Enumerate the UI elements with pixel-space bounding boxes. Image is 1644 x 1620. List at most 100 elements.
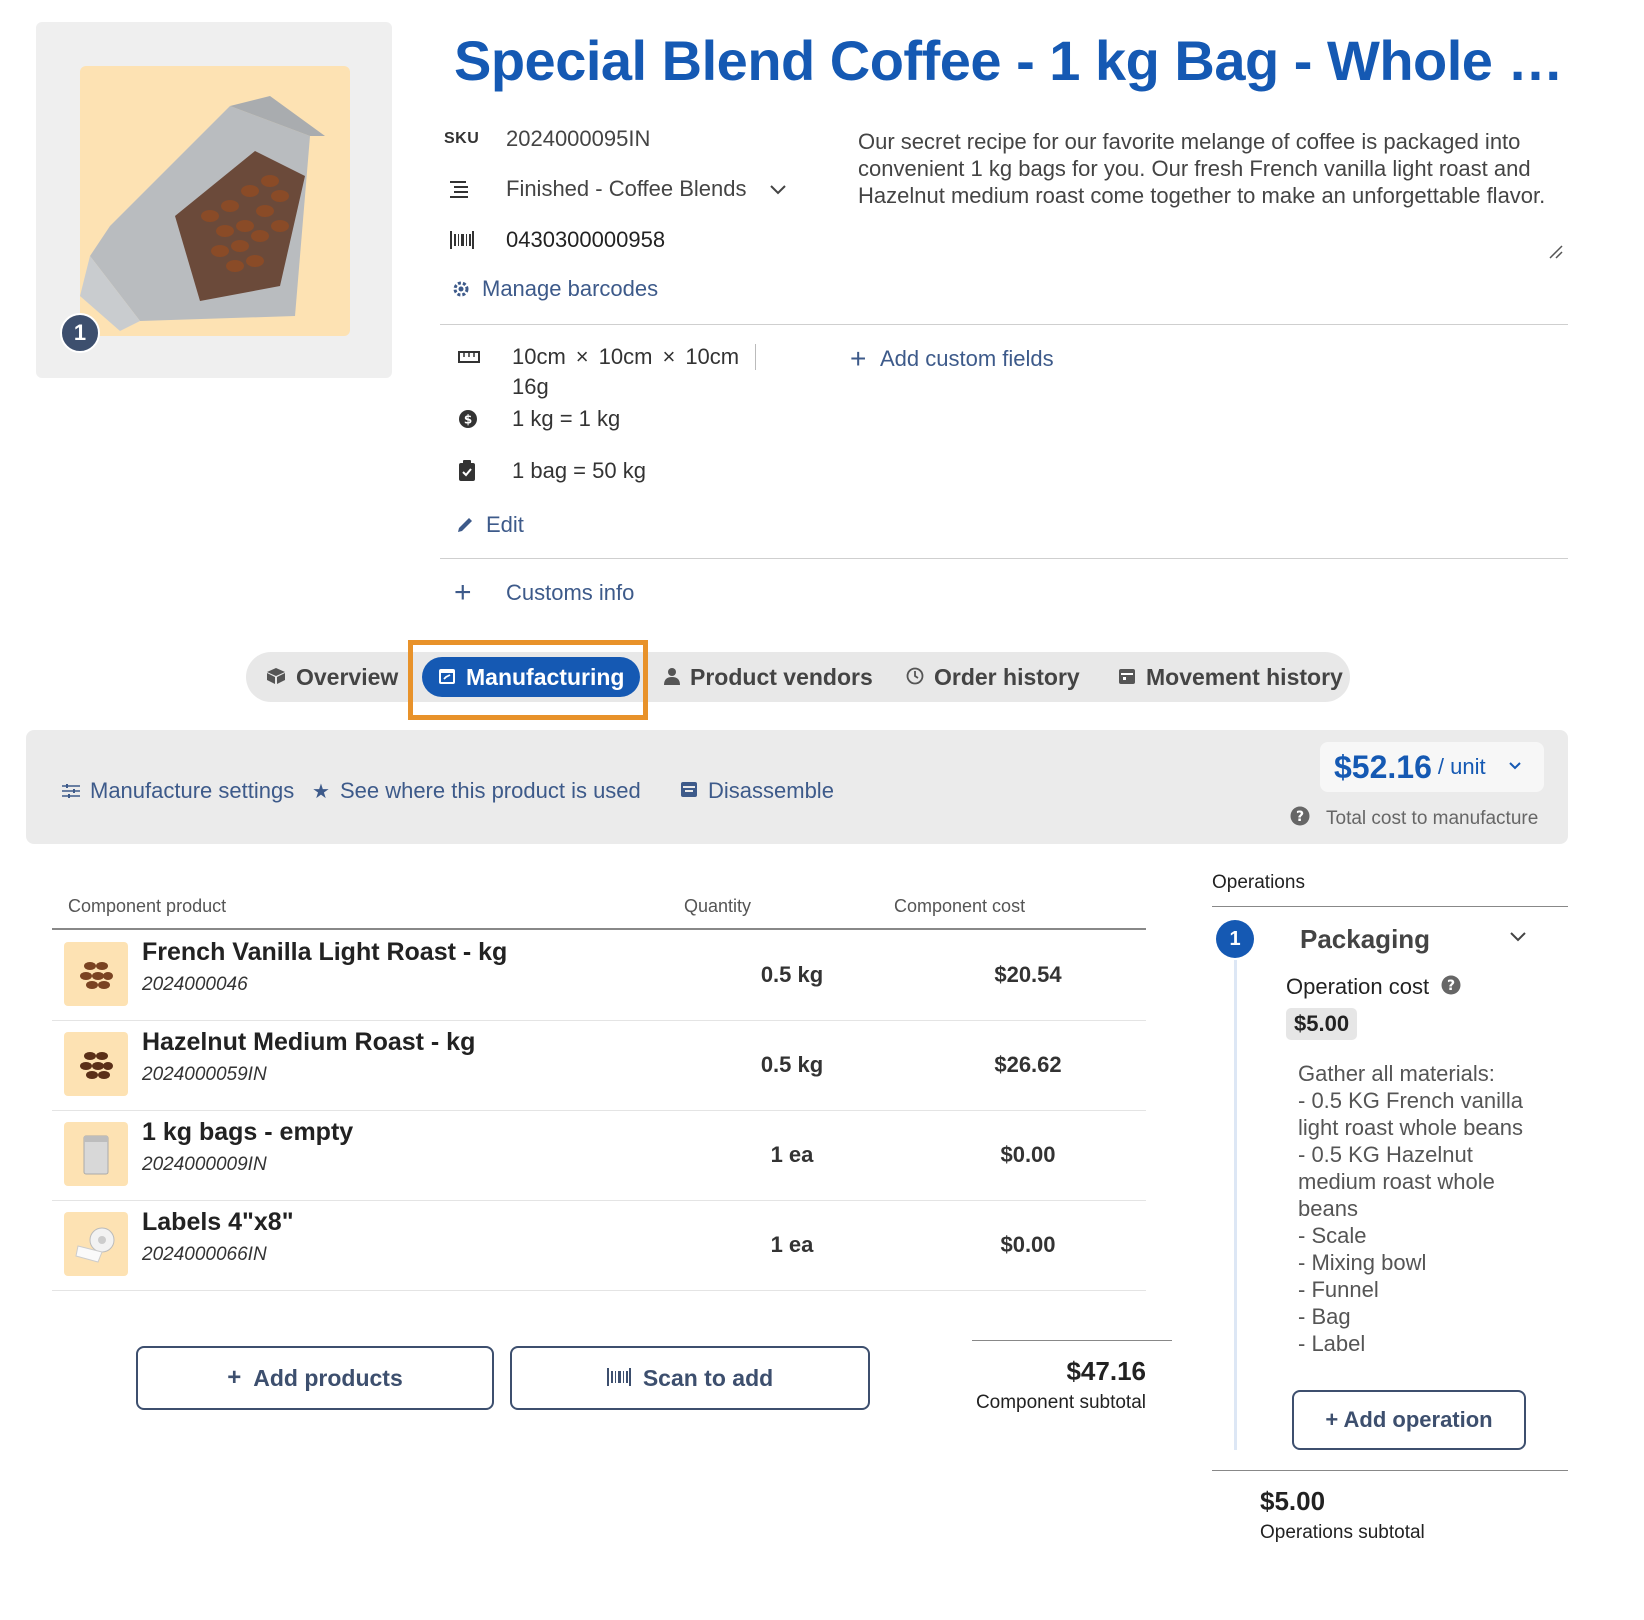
column-header-product[interactable]: Component product xyxy=(68,896,226,917)
where-used-link[interactable]: ★ See where this product is used xyxy=(312,778,641,804)
dim-length[interactable]: 10cm xyxy=(512,344,566,370)
unit-cost-selector[interactable]: $52.16 / unit xyxy=(1320,742,1544,792)
customs-info-label: Customs info xyxy=(506,580,635,605)
table-row[interactable]: Labels 4"x8" 2024000066IN 1 ea $0.00 xyxy=(52,1202,1146,1290)
component-quantity[interactable]: 1 ea xyxy=(672,1142,912,1168)
selection-highlight xyxy=(408,640,648,720)
tab-order-history[interactable]: Order history xyxy=(906,652,1080,702)
table-row[interactable]: 1 kg bags - empty 2024000009IN 1 ea $0.0… xyxy=(52,1112,1146,1200)
component-cost: $20.54 xyxy=(994,962,1062,987)
component-quantity[interactable]: 0.5 kg xyxy=(672,962,912,988)
column-header-cost[interactable]: Component cost xyxy=(894,896,1025,917)
table-row[interactable]: French Vanilla Light Roast - kg 20240000… xyxy=(52,932,1146,1020)
plus-icon: + xyxy=(850,343,867,374)
add-custom-fields-label: Add custom fields xyxy=(880,346,1054,371)
disassemble-label: Disassemble xyxy=(708,778,834,803)
component-quantity[interactable]: 1 ea xyxy=(672,1232,912,1258)
calendar-icon xyxy=(680,778,698,804)
ruler-icon xyxy=(458,351,512,363)
operations-header: Operations xyxy=(1212,872,1305,893)
barcode-scan-icon xyxy=(606,1365,631,1392)
manage-barcodes-label: Manage barcodes xyxy=(482,276,659,301)
operation-number-badge: 1 xyxy=(1216,920,1254,958)
tab-label: Order history xyxy=(934,663,1080,690)
tab-label: Movement history xyxy=(1146,663,1343,690)
component-name[interactable]: 1 kg bags - empty xyxy=(142,1118,353,1147)
pack-conversion-value[interactable]: 1 bag = 50 kg xyxy=(512,458,646,484)
row-divider xyxy=(52,1110,1146,1111)
vertical-divider xyxy=(755,344,757,370)
component-quantity[interactable]: 0.5 kg xyxy=(672,1052,912,1078)
product-description[interactable]: Our secret recipe for our favorite melan… xyxy=(858,128,1558,209)
operation-cost-label: Operation cost xyxy=(1286,974,1430,999)
dim-height[interactable]: 10cm xyxy=(685,344,739,370)
subtotal-divider xyxy=(972,1340,1172,1341)
component-cost: $0.00 xyxy=(1000,1142,1056,1167)
chevron-down-icon xyxy=(1508,758,1522,776)
sku-row: SKU 2024000095IN xyxy=(444,126,650,152)
product-thumbnail xyxy=(64,942,128,1006)
where-used-label: See where this product is used xyxy=(339,778,641,803)
add-operation-button[interactable]: + Add operation xyxy=(1292,1390,1526,1450)
product-title[interactable]: Special Blend Coffee - 1 kg Bag - Whole … xyxy=(454,28,1574,93)
row-divider xyxy=(52,1200,1146,1201)
disassemble-link[interactable]: Disassemble xyxy=(680,778,834,804)
unit-conversion-row: $ 1 kg = 1 kg xyxy=(458,406,620,432)
component-name[interactable]: French Vanilla Light Roast - kg xyxy=(142,938,507,967)
sku-value[interactable]: 2024000095IN xyxy=(506,126,650,152)
svg-text:$: $ xyxy=(464,413,472,427)
clipboard-check-icon xyxy=(458,460,512,482)
operation-title[interactable]: Packaging xyxy=(1300,924,1430,955)
tab-overview[interactable]: Overview xyxy=(266,652,398,702)
add-products-label: Add products xyxy=(253,1364,403,1391)
clock-icon xyxy=(906,664,924,691)
component-cost: $0.00 xyxy=(1000,1232,1056,1257)
component-sku: 2024000059IN xyxy=(142,1064,267,1085)
weight-value[interactable]: 16g xyxy=(512,374,549,400)
operations-subtotal-divider xyxy=(1212,1470,1568,1471)
manage-barcodes-link[interactable]: Manage barcodes xyxy=(452,276,658,302)
barcode-icon xyxy=(450,231,506,249)
customs-info-link[interactable]: + Customs info xyxy=(454,578,635,608)
add-products-button[interactable]: + Add products xyxy=(136,1346,494,1410)
component-name[interactable]: Labels 4"x8" xyxy=(142,1208,294,1237)
star-icon: ★ xyxy=(312,780,330,803)
component-name[interactable]: Hazelnut Medium Roast - kg xyxy=(142,1028,475,1057)
chevron-down-icon[interactable] xyxy=(1508,930,1528,949)
operation-cost-value[interactable]: $5.00 xyxy=(1286,1008,1358,1040)
column-header-quantity[interactable]: Quantity xyxy=(684,896,751,917)
category-row[interactable]: Finished - Coffee Blends xyxy=(450,176,787,202)
product-thumbnail xyxy=(64,1212,128,1276)
resize-handle-icon[interactable] xyxy=(1548,244,1564,260)
row-divider xyxy=(52,1020,1146,1021)
barcode-value[interactable]: 0430300000958 xyxy=(506,227,665,253)
edit-link[interactable]: Edit xyxy=(456,512,524,538)
tab-movement-history[interactable]: Movement history xyxy=(1118,652,1343,702)
row-divider xyxy=(52,1290,1146,1291)
scan-to-add-button[interactable]: Scan to add xyxy=(510,1346,870,1410)
table-row[interactable]: Hazelnut Medium Roast - kg 2024000059IN … xyxy=(52,1022,1146,1110)
total-cost-label: Total cost to manufacture xyxy=(1326,807,1539,829)
chevron-down-icon[interactable] xyxy=(769,176,787,202)
component-sku: 2024000009IN xyxy=(142,1154,267,1175)
dim-width[interactable]: 10cm xyxy=(599,344,653,370)
operation-notes[interactable]: Gather all materials: - 0.5 KG French va… xyxy=(1298,1060,1538,1357)
pack-conversion-row: 1 bag = 50 kg xyxy=(458,458,646,484)
dimensions-row: 10cm × 10cm × 10cm xyxy=(458,344,757,370)
add-custom-fields-link[interactable]: + Add custom fields xyxy=(850,343,1054,374)
manufacture-settings-link[interactable]: Manufacture settings xyxy=(62,778,294,804)
operation-timeline xyxy=(1234,960,1237,1450)
product-thumbnail xyxy=(64,1032,128,1096)
barcode-row: 0430300000958 xyxy=(450,227,665,253)
tab-product-vendors[interactable]: Product vendors xyxy=(664,652,873,702)
unit-cost-value: $52.16 xyxy=(1334,748,1432,785)
unit-conversion-value[interactable]: 1 kg = 1 kg xyxy=(512,406,620,432)
help-icon[interactable]: ? xyxy=(1441,975,1461,1000)
component-subtotal-value: $47.16 xyxy=(1066,1356,1146,1386)
image-count-badge: 1 xyxy=(60,313,100,353)
times-icon: × xyxy=(575,344,589,369)
manufacture-settings-label: Manufacture settings xyxy=(90,778,295,803)
help-icon[interactable]: ? xyxy=(1290,806,1310,831)
scan-to-add-label: Scan to add xyxy=(642,1364,774,1391)
product-image[interactable] xyxy=(80,66,350,336)
